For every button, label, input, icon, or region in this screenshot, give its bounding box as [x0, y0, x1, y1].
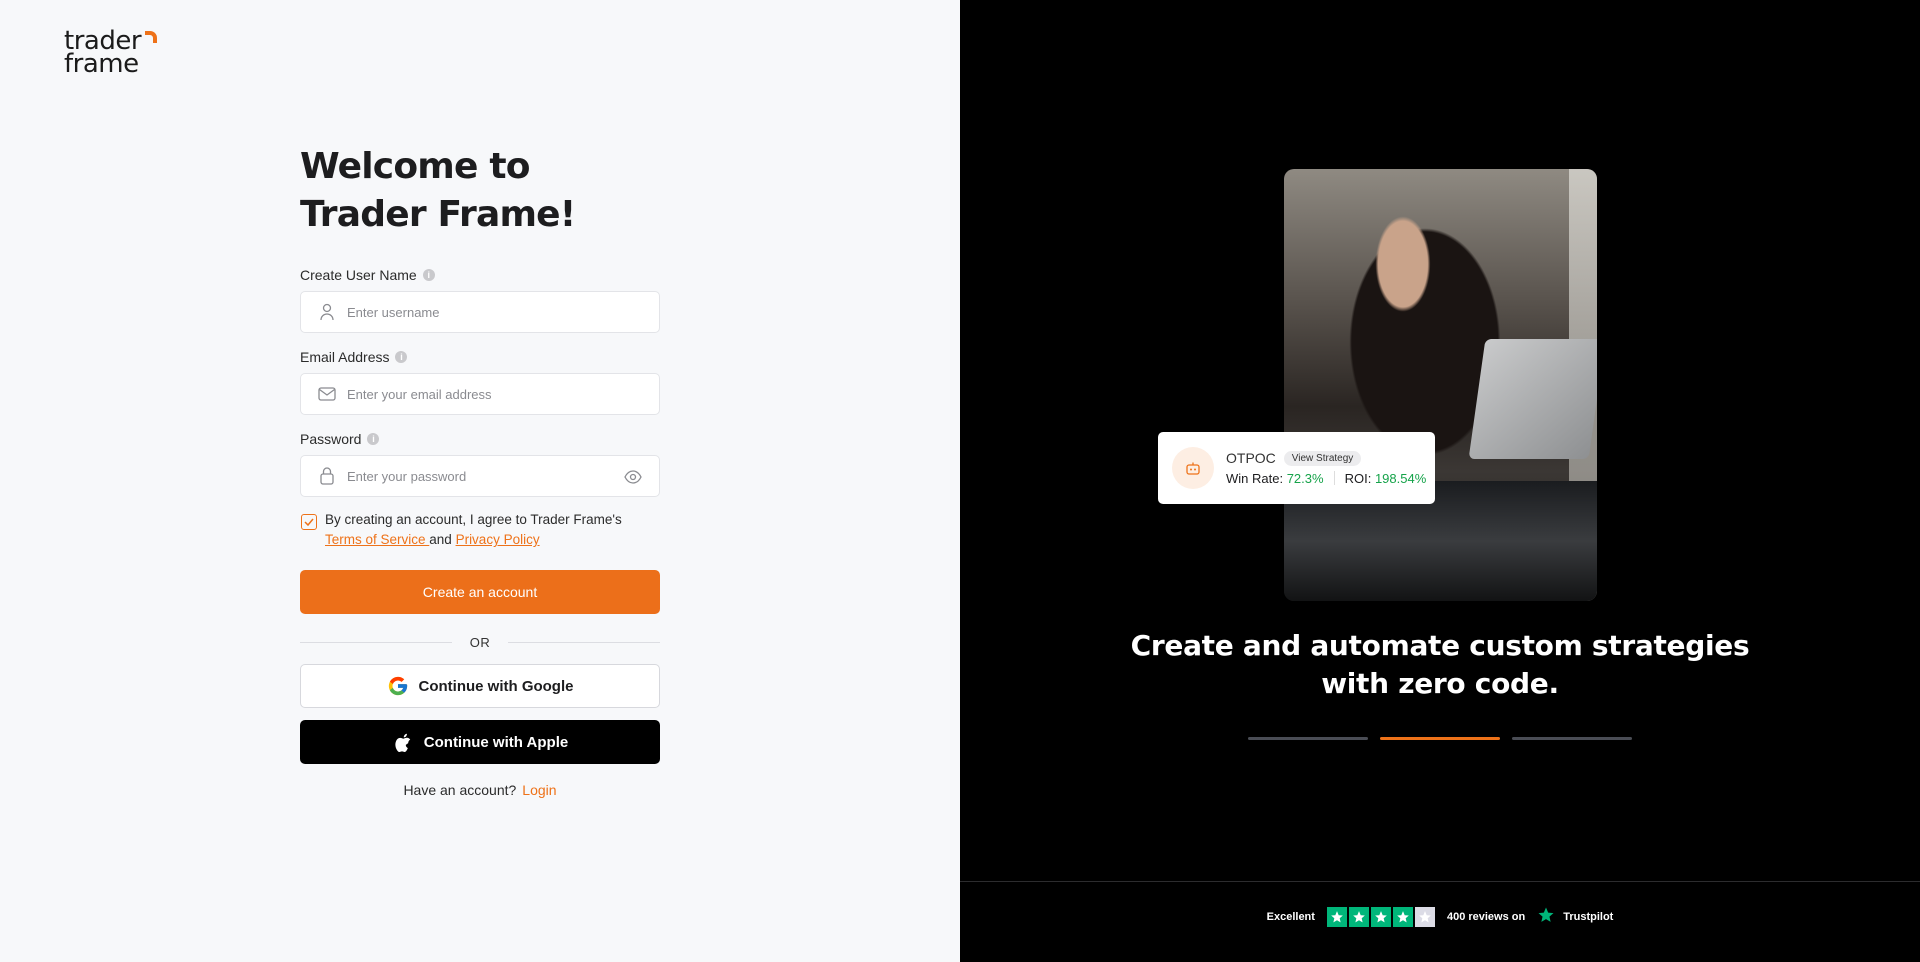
have-account-text: Have an account? [403, 782, 517, 798]
email-label-text: Email Address [300, 349, 390, 365]
signup-panel: trader frame Welcome to Trader Frame! Cr… [0, 0, 960, 962]
eye-icon[interactable] [623, 467, 643, 487]
terms-agreement: By creating an account, I agree to Trade… [300, 510, 660, 550]
trustpilot-star-icon [1537, 906, 1555, 927]
win-rate: Win Rate: 72.3% [1226, 471, 1324, 486]
win-rate-value: 72.3% [1286, 471, 1324, 486]
star-icon [1414, 906, 1435, 927]
terms-text-and: and [429, 532, 456, 547]
email-field[interactable] [300, 373, 660, 415]
star-icon [1392, 906, 1413, 927]
roi-label: ROI: [1344, 471, 1372, 486]
mail-icon [317, 384, 337, 404]
woman-with-phone-and-laptop-image [1284, 169, 1597, 601]
password-field[interactable] [300, 455, 660, 497]
password-input[interactable] [347, 468, 607, 484]
logo-mark-icon [145, 31, 157, 43]
star-icon [1348, 906, 1369, 927]
password-label-text: Password [300, 431, 362, 447]
promo-headline: Create and automate custom strategies wi… [960, 627, 1920, 703]
terms-text: By creating an account, I agree to Trade… [325, 510, 622, 550]
google-button-label: Continue with Google [418, 677, 574, 695]
strategy-name: OTPOC [1226, 450, 1276, 466]
rating-word: Excellent [1266, 910, 1315, 923]
terms-checkbox[interactable] [301, 514, 317, 530]
continue-with-apple-button[interactable]: Continue with Apple [300, 720, 660, 764]
continue-with-google-button[interactable]: Continue with Google [300, 664, 660, 708]
star-icon [1326, 906, 1347, 927]
divider-line [508, 641, 660, 643]
trustpilot-badge[interactable]: Excellent 400 reviews on Trustpilot [960, 906, 1920, 927]
username-label: Create User Name i [300, 265, 660, 285]
carousel-dot-2[interactable] [1380, 737, 1500, 740]
footer-divider [960, 881, 1920, 882]
info-icon[interactable]: i [422, 269, 435, 281]
terms-of-service-link[interactable]: Terms of Service [325, 532, 429, 547]
star-icon [1370, 906, 1391, 927]
title-line2: Trader Frame! [300, 194, 576, 235]
strategy-card-body: OTPOC View Strategy Win Rate: 72.3% ROI:… [1226, 450, 1426, 486]
roi-value: 198.54% [1374, 471, 1427, 486]
username-label-text: Create User Name [300, 267, 417, 283]
strategy-card: OTPOC View Strategy Win Rate: 72.3% ROI:… [1158, 432, 1435, 504]
login-prompt: Have an account? Login [300, 782, 660, 798]
password-label: Password i [300, 429, 660, 449]
info-icon[interactable]: i [395, 351, 408, 363]
apple-button-label: Continue with Apple [423, 733, 569, 751]
photo-laptop [1468, 339, 1597, 459]
carousel-indicators [960, 737, 1920, 740]
terms-text-prefix: By creating an account, I agree to Trade… [325, 512, 622, 527]
create-account-button[interactable]: Create an account [300, 570, 660, 614]
robot-icon [1172, 447, 1214, 489]
stat-separator [1333, 471, 1335, 485]
logo-text-line2: frame [64, 49, 139, 79]
headline-line2: with zero code. [1321, 667, 1559, 700]
google-icon [387, 675, 409, 697]
divider-line [300, 641, 452, 643]
email-input[interactable] [347, 386, 607, 402]
strategy-stats: Win Rate: 72.3% ROI: 198.54% [1226, 471, 1426, 486]
username-input[interactable] [347, 304, 607, 320]
trustpilot-stars [1326, 906, 1435, 927]
lock-icon [317, 466, 337, 486]
trader-frame-logo[interactable]: trader frame [64, 28, 164, 79]
info-icon[interactable]: i [367, 433, 380, 445]
apple-icon [392, 731, 414, 753]
carousel-dot-3[interactable] [1512, 737, 1632, 740]
strategy-header: OTPOC View Strategy [1226, 450, 1426, 466]
or-text: OR [469, 634, 491, 650]
roi: ROI: 198.54% [1345, 471, 1427, 486]
carousel-dot-1[interactable] [1248, 737, 1368, 740]
signup-form: Welcome to Trader Frame! Create User Nam… [300, 143, 660, 798]
or-divider: OR [300, 634, 660, 650]
win-rate-label: Win Rate: [1226, 471, 1284, 486]
username-field[interactable] [300, 291, 660, 333]
promo-panel: OTPOC View Strategy Win Rate: 72.3% ROI:… [960, 0, 1920, 962]
email-label: Email Address i [300, 347, 660, 367]
trustpilot-brand: Trustpilot [1563, 910, 1614, 923]
page-title: Welcome to Trader Frame! [300, 143, 660, 239]
privacy-policy-link[interactable]: Privacy Policy [456, 532, 540, 547]
user-icon [317, 302, 337, 322]
headline-line1: Create and automate custom strategies [1130, 629, 1750, 662]
view-strategy-button[interactable]: View Strategy [1283, 450, 1362, 466]
title-line1: Welcome to [300, 146, 530, 187]
review-count: 400 reviews on [1446, 910, 1526, 923]
login-link[interactable]: Login [522, 782, 556, 798]
